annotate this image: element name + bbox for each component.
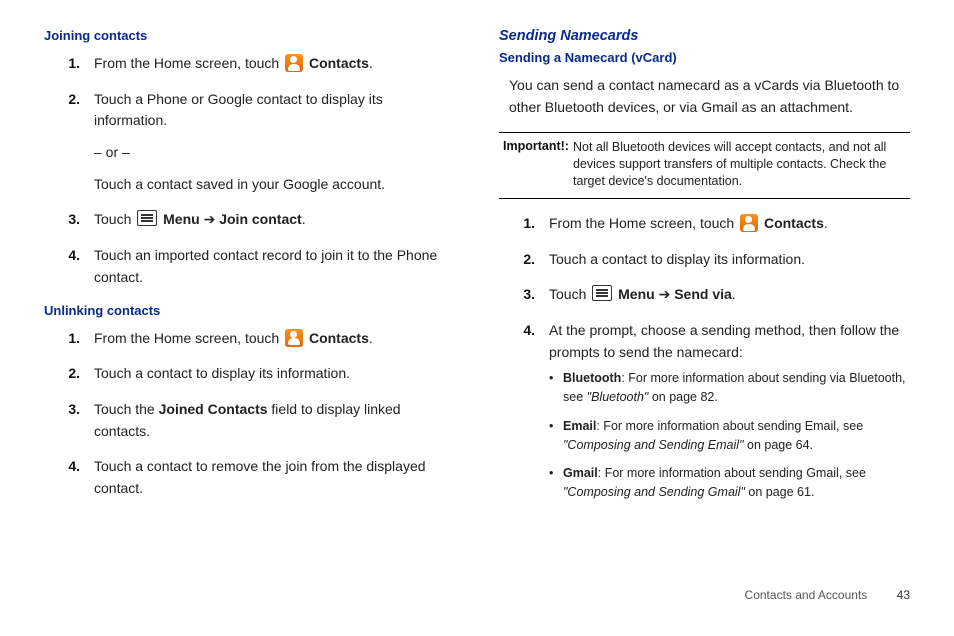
list-item: 1. From the Home screen, touch Contacts. [499,213,910,235]
list-item: 3. Touch Menu ➔ Join contact. [44,209,455,231]
bullet-item: Email: For more information about sendin… [549,417,910,455]
list-item: 2. Touch a Phone or Google contact to di… [44,89,455,196]
unlinking-steps: 1. From the Home screen, touch Contacts.… [44,328,455,500]
contacts-icon [285,54,303,72]
send-method-bullets: Bluetooth: For more information about se… [549,369,910,502]
joining-steps: 1. From the Home screen, touch Contacts.… [44,53,455,289]
list-item: 3. Touch the Joined Contacts field to di… [44,399,455,442]
list-item: 3. Touch Menu ➔ Send via. [499,284,910,306]
page-footer: Contacts and Accounts 43 [745,588,910,602]
list-item: 2. Touch a contact to display its inform… [44,363,455,385]
intro-text: You can send a contact namecard as a vCa… [509,75,910,118]
bullet-item: Gmail: For more information about sendin… [549,464,910,502]
important-text: Not all Bluetooth devices will accept co… [573,139,906,190]
sending-namecards-heading: Sending Namecards [499,28,910,44]
list-item: 4. Touch a contact to remove the join fr… [44,456,455,499]
bullet-item: Bluetooth: For more information about se… [549,369,910,407]
list-item: 4. Touch an imported contact record to j… [44,245,455,288]
important-label: Important!: [503,139,569,190]
list-item: 2. Touch a contact to display its inform… [499,249,910,271]
contacts-icon [285,329,303,347]
unlinking-contacts-heading: Unlinking contacts [44,303,455,318]
menu-icon [592,285,612,301]
menu-icon [137,210,157,226]
list-item: 4. At the prompt, choose a sending metho… [499,320,910,512]
namecard-steps: 1. From the Home screen, touch Contacts.… [499,213,910,512]
left-column: Joining contacts 1. From the Home screen… [44,24,455,526]
joining-contacts-heading: Joining contacts [44,28,455,43]
footer-section: Contacts and Accounts [745,588,868,602]
list-item: 1. From the Home screen, touch Contacts. [44,53,455,75]
right-column: Sending Namecards Sending a Namecard (vC… [499,24,910,526]
page-number: 43 [897,588,910,602]
list-item: 1. From the Home screen, touch Contacts. [44,328,455,350]
sending-vcard-heading: Sending a Namecard (vCard) [499,50,910,65]
important-note: Important!: Not all Bluetooth devices wi… [499,132,910,199]
contacts-icon [740,214,758,232]
page: Joining contacts 1. From the Home screen… [0,0,954,526]
